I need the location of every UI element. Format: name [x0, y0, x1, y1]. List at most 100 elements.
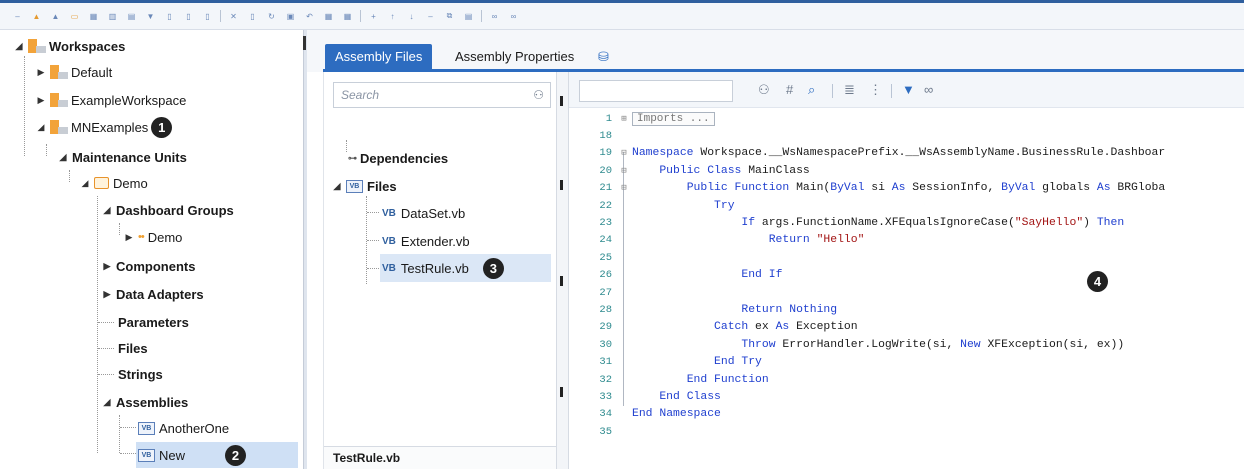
code-line[interactable]: 22 Try [569, 197, 1244, 214]
grid-icon[interactable]: ▦ [87, 10, 100, 23]
expand-arrow-icon[interactable]: ▶ [102, 261, 112, 272]
search-doc-icon[interactable]: ⌕ [808, 82, 815, 98]
code-line[interactable]: 34 End Namespace [569, 406, 1244, 423]
expand-arrow-icon[interactable]: ▶ [102, 289, 112, 300]
dependencies-node[interactable]: ⊶ Dependencies [348, 144, 448, 172]
code-text: Public Class MainClass [659, 164, 810, 177]
doc-icon[interactable]: ▯ [163, 10, 176, 23]
tree-node-exampleworkspace[interactable]: ▶ ExampleWorkspace [36, 87, 187, 113]
pane-splitter[interactable] [556, 72, 569, 469]
tree-node-parameters[interactable]: Parameters [118, 309, 189, 335]
comment-icon[interactable]: ≣ [844, 82, 855, 98]
code-line[interactable]: 25 [569, 249, 1244, 266]
tab-assembly-properties[interactable]: Assembly Properties [445, 44, 584, 69]
fold-toggle-icon[interactable]: ⊟ [616, 183, 632, 193]
minus-icon[interactable]: – [11, 10, 24, 23]
code-line[interactable]: 20 ⊟ Public Class MainClass [569, 162, 1244, 179]
collapse-arrow-icon[interactable]: ◢ [80, 178, 90, 189]
calculator-icon[interactable]: ▦ [341, 10, 354, 23]
search-input[interactable]: Search ⚇ [333, 82, 551, 108]
code-line[interactable]: 35 [569, 423, 1244, 440]
tree-node-components[interactable]: ▶ Components [102, 253, 196, 279]
code-line[interactable]: 24 Return "Hello" [569, 232, 1244, 249]
filter-icon[interactable]: ▼ [902, 82, 915, 97]
code-line[interactable]: 30 Throw ErrorHandler.LogWrite(si, New X… [569, 336, 1244, 353]
copy-icon[interactable]: ⧉ [443, 10, 456, 23]
tree-node-workspaces[interactable]: ◢ Workspaces [14, 33, 126, 59]
tree-node-default[interactable]: ▶ Default [36, 59, 113, 85]
collapse-arrow-icon[interactable]: ◢ [102, 205, 112, 216]
tree-node-files[interactable]: Files [118, 335, 148, 361]
editor-search-input[interactable] [579, 80, 733, 102]
tree-node-demo-group[interactable]: ▶ •• Demo [124, 224, 183, 250]
tree-node-dashboard-groups[interactable]: ◢ Dashboard Groups [102, 197, 234, 223]
down-icon[interactable]: ↓ [405, 10, 418, 23]
expand-arrow-icon[interactable]: ▶ [36, 67, 46, 78]
fold-toggle-icon[interactable]: ⊞ [616, 114, 632, 124]
flag-icon[interactable]: ▲ [30, 10, 43, 23]
doc-icon[interactable]: ▯ [201, 10, 214, 23]
table-icon[interactable]: ▤ [125, 10, 138, 23]
tree-node-assemblies[interactable]: ◢ Assemblies [102, 389, 189, 415]
flag-icon[interactable]: ▲ [49, 10, 62, 23]
code-text: If args.FunctionName.XFEqualsIgnoreCase(… [741, 216, 1125, 229]
tree-node-data-adapters[interactable]: ▶ Data Adapters [102, 281, 204, 307]
uncomment-icon[interactable]: ⋮ [869, 82, 882, 98]
up-icon[interactable]: ↑ [386, 10, 399, 23]
code-line[interactable]: 21 ⊟ Public Function Main(ByVal si As Ses… [569, 180, 1244, 197]
collapse-arrow-icon[interactable]: ◢ [102, 397, 112, 408]
tree-node-mnexamples[interactable]: ◢ MNExamples 1 [36, 114, 173, 140]
doc-icon[interactable]: ▯ [182, 10, 195, 23]
binoculars-icon[interactable]: ⚇ [758, 82, 770, 98]
collapse-arrow-icon[interactable]: ◢ [36, 122, 46, 133]
tree-node-new[interactable]: VB New 2 [136, 442, 298, 468]
filter-icon[interactable]: ▼ [144, 10, 157, 23]
expand-arrow-icon[interactable]: ▶ [124, 232, 134, 243]
grid-icon[interactable]: ▦ [322, 10, 335, 23]
close-icon[interactable]: ✕ [227, 10, 240, 23]
collapse-arrow-icon[interactable]: ◢ [58, 152, 68, 163]
plus-icon[interactable]: + [367, 10, 380, 23]
fold-toggle-icon[interactable]: ⊟ [616, 148, 632, 158]
tree-node-strings[interactable]: Strings [118, 361, 163, 387]
code-line[interactable]: 33 End Class [569, 388, 1244, 405]
paste-icon[interactable]: ▤ [462, 10, 475, 23]
chart-icon[interactable]: ▥ [106, 10, 119, 23]
file-item-extender[interactable]: VB Extender.vb [382, 227, 470, 255]
code-line[interactable]: 29 Catch ex As Exception [569, 319, 1244, 336]
code-line[interactable]: 19 ⊟ Namespace Workspace.__WsNamespacePref… [569, 145, 1244, 162]
code-line[interactable]: 23 If args.FunctionName.XFEqualsIgnoreCa… [569, 214, 1244, 231]
code-line[interactable]: 28 Return Nothing [569, 301, 1244, 318]
code-line[interactable]: 18 [569, 127, 1244, 144]
expand-arrow-icon[interactable]: ▶ [36, 95, 46, 106]
glasses-icon[interactable]: ∞ [507, 10, 520, 23]
tree-node-anotherone[interactable]: VB AnotherOne [138, 415, 229, 441]
glasses-icon[interactable]: ∞ [924, 82, 933, 97]
doc-icon[interactable]: ▯ [246, 10, 259, 23]
binoculars-icon[interactable]: ⚇ [533, 88, 544, 102]
tree-node-maintenance-units[interactable]: ◢ Maintenance Units [58, 144, 187, 170]
folder-icon[interactable]: ▭ [68, 10, 81, 23]
code-line[interactable]: 27 [569, 284, 1244, 301]
minus-icon[interactable]: – [424, 10, 437, 23]
code-line[interactable]: 1 ⊞ Imports ... [569, 110, 1244, 127]
tab-assembly-files[interactable]: Assembly Files [325, 44, 433, 69]
collapse-arrow-icon[interactable]: ◢ [332, 181, 342, 192]
code-line[interactable]: 26 End If [569, 267, 1244, 284]
fold-toggle-icon[interactable]: ⊟ [616, 166, 632, 176]
save-icon[interactable]: ▣ [284, 10, 297, 23]
file-item-testrule[interactable]: VB TestRule.vb 3 [380, 254, 551, 282]
file-item-dataset[interactable]: VB DataSet.vb [382, 199, 465, 227]
assembly-settings-icon[interactable]: ⛁ [598, 49, 609, 65]
code-line[interactable]: 32 End Function [569, 371, 1244, 388]
files-node[interactable]: ◢ VB Files [332, 172, 397, 200]
link-icon[interactable]: ∞ [488, 10, 501, 23]
undo-icon[interactable]: ↶ [303, 10, 316, 23]
hash-icon[interactable]: # [786, 82, 793, 97]
code-line[interactable]: 31 End Try [569, 354, 1244, 371]
code-area[interactable]: 1 ⊞ Imports ... 18 19 ⊟ Namespace Workspace.__… [569, 108, 1244, 469]
collapse-arrow-icon[interactable]: ◢ [14, 41, 24, 52]
code-text: Catch ex As Exception [714, 321, 858, 334]
tree-node-demo-unit[interactable]: ◢ Demo [80, 170, 148, 196]
refresh-icon[interactable]: ↻ [265, 10, 278, 23]
